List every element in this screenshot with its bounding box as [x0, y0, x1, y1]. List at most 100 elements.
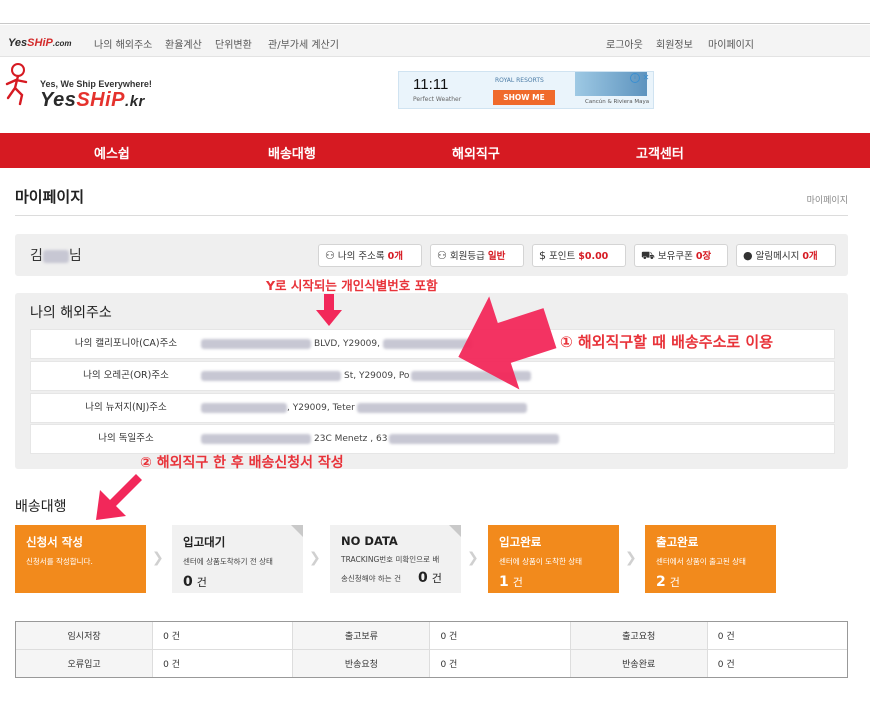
chevron-right-icon: ❯	[309, 550, 321, 566]
step-title: NO DATA	[341, 534, 398, 548]
pill-value: 0개	[387, 251, 403, 262]
ad-show-me-button[interactable]: SHOW ME	[493, 90, 555, 105]
pill-label: 나의 주소록	[337, 251, 385, 262]
step-count-unit: 건	[669, 576, 680, 589]
logo-com-text: .com	[52, 39, 72, 48]
coupon-icon: ⛟	[641, 249, 655, 262]
step-count-unit: 건	[196, 576, 207, 589]
user-name-redacted	[42, 249, 69, 263]
pill-value: $0.00	[578, 251, 609, 262]
address-label: 나의 오레곤(OR)주소	[83, 370, 169, 381]
util-link-logout[interactable]: 로그아웃	[606, 36, 643, 51]
message-bubble-icon: ●	[743, 249, 753, 262]
address-visible-part: 23C Menetz , 63	[314, 434, 388, 444]
util-link-my-address[interactable]: 나의 해외주소	[94, 36, 152, 51]
step-count: 1건	[499, 574, 523, 590]
annotation-step2: ② 해외직구 한 후 배송신청서 작성	[140, 455, 344, 471]
nav-delivery-agent[interactable]: 배송대행	[268, 143, 316, 162]
step-count-num: 0	[418, 570, 428, 586]
pill-label: 회원등급	[449, 251, 485, 262]
redacted-text	[356, 402, 527, 413]
ad-brand: ROYAL RESORTS	[495, 77, 544, 84]
util-link-unit-convert[interactable]: 단위변환	[215, 36, 252, 51]
step-desc: 신청서를 작성합니다.	[26, 557, 93, 566]
step-shipped[interactable]: 출고완료 센터에서 상품이 출고된 상태 2건	[645, 525, 776, 593]
step-title: 신청서 작성	[26, 535, 83, 549]
address-row-nj: 나의 뉴저지(NJ)주소 , Y29009, Teter	[30, 393, 835, 423]
browser-top-strip	[0, 0, 870, 24]
chevron-right-icon: ❯	[625, 550, 637, 566]
chevron-right-icon: ❯	[152, 550, 164, 566]
step-application[interactable]: 신청서 작성 신청서를 작성합니다.	[15, 525, 146, 593]
logo-main-kr: .kr	[125, 93, 145, 110]
step-title: 출고완료	[656, 535, 699, 549]
ad-close-icon[interactable]: ✕	[641, 73, 651, 83]
redacted-text	[201, 433, 311, 444]
step-count: 0건	[183, 574, 207, 590]
pill-messages[interactable]: ● 알림메시지 0개	[736, 244, 836, 267]
address-value[interactable]: 23C Menetz , 63	[201, 425, 560, 453]
corner-fold	[291, 525, 303, 537]
annotation-id-note: Y로 시작되는 개인식별번호 포함	[266, 278, 438, 293]
util-logo[interactable]: YesSHiP.com	[8, 37, 72, 49]
nav-overseas-purchase[interactable]: 해외직구	[452, 143, 500, 162]
pill-member-grade[interactable]: ⚇ 회원등급 일반	[430, 244, 524, 267]
address-row-de: 나의 독일주소 23C Menetz , 63	[30, 424, 835, 454]
logo-yes-text: Yes	[8, 37, 28, 49]
address-label: 나의 캘리포니아(CA)주소	[74, 338, 178, 349]
step-count-unit: 건	[431, 572, 442, 585]
address-visible-part: St, Y29009, Po	[344, 371, 410, 381]
util-link-exchange-rate[interactable]: 환율계산	[165, 36, 202, 51]
address-label: 나의 독일주소	[98, 433, 154, 444]
ad-subtitle: Cancún & Riviera Maya	[585, 99, 650, 105]
step-desc: 센터에 상품도착하기 전 상태	[183, 557, 273, 566]
step-title: 입고완료	[499, 535, 542, 549]
running-man-logo-icon	[5, 63, 28, 106]
step-desc-line2: 송신청해야 하는 건	[341, 574, 401, 583]
ad-banner[interactable]: 11:11 Perfect Weather ROYAL RESORTS SHOW…	[398, 71, 654, 109]
step-count-num: 0	[183, 574, 193, 590]
pill-points[interactable]: $ 포인트 $0.00	[532, 244, 626, 267]
main-nav	[0, 133, 870, 168]
step-count-unit: 건	[512, 576, 523, 589]
logo-tagline: Yes, We Ship Everywhere!	[40, 79, 152, 89]
util-link-mypage[interactable]: 마이페이지	[708, 36, 754, 51]
pill-address-book[interactable]: ⚇ 나의 주소록 0개	[318, 244, 422, 267]
address-visible-part: , Y29009, Teter	[287, 403, 355, 413]
logo-main-ship: SHiP	[76, 89, 126, 111]
pill-coupons[interactable]: ⛟ 보유쿠폰 0장	[634, 244, 728, 267]
big-arrow-left-icon	[458, 296, 557, 390]
status-table-border	[15, 621, 848, 678]
step-count: 0건	[418, 570, 442, 586]
step-count-num: 2	[656, 574, 666, 590]
nav-yesship[interactable]: 예스쉽	[94, 143, 130, 162]
redacted-text	[201, 402, 287, 413]
site-logo[interactable]: YesSHiP.kr	[40, 89, 145, 112]
step-count: 2건	[656, 574, 680, 590]
step-desc: 센터에 상품이 도착한 상태	[499, 557, 583, 566]
pill-label: 포인트	[549, 251, 576, 262]
redacted-text	[201, 338, 311, 349]
chevron-right-icon: ❯	[467, 550, 479, 566]
ad-time: 11:11	[413, 76, 449, 93]
step-count-num: 1	[499, 574, 509, 590]
step-received[interactable]: 입고완료 센터에 상품이 도착한 상태 1건	[488, 525, 619, 593]
util-link-tax-calc[interactable]: 관/부가세 계산기	[268, 36, 339, 51]
address-row-or: 나의 오레곤(OR)주소 St, Y29009, Po	[30, 361, 835, 391]
page-title: 마이페이지	[15, 188, 85, 206]
address-value[interactable]: BLVD, Y29009,	[201, 330, 473, 358]
nav-customer-center[interactable]: 고객센터	[636, 143, 684, 162]
step-awaiting-receipt[interactable]: 입고대기 센터에 상품도착하기 전 상태 0건	[172, 525, 303, 593]
annotation-step1: ① 해외직구할 때 배송주소로 이용	[560, 333, 773, 351]
step-no-data[interactable]: NO DATA TRACKING번호 미확인으로 배 송신청해야 하는 건 0건	[330, 525, 461, 593]
ad-info-icon[interactable]: i	[630, 73, 640, 83]
pill-value: 0장	[695, 251, 712, 262]
util-link-member-info[interactable]: 회원정보	[656, 36, 693, 51]
user-name-suffix: 님	[68, 248, 82, 264]
address-label: 나의 뉴저지(NJ)주소	[85, 402, 167, 413]
title-divider	[15, 215, 848, 216]
step-desc: 센터에서 상품이 출고된 상태	[656, 557, 746, 566]
logo-main-yes: Yes	[40, 89, 77, 111]
point-coin-icon: $	[539, 249, 546, 262]
member-grade-icon: ⚇	[437, 249, 447, 262]
